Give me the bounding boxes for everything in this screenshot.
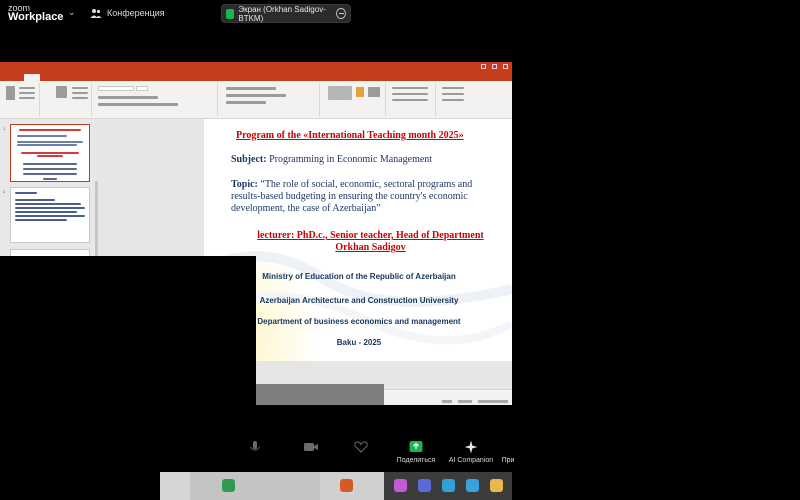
paste-icon[interactable] — [6, 86, 15, 100]
ribbon-group-paragraph — [220, 83, 320, 116]
ribbon-group-font — [94, 83, 218, 116]
slide-topic: Topic: “The role of social, economic, se… — [231, 179, 501, 215]
more-icon — [502, 445, 506, 449]
ppt-tab[interactable] — [58, 74, 70, 81]
ppt-ribbon-tabs — [0, 73, 512, 81]
conference-label: Конференция — [107, 8, 165, 18]
ribbon-group — [388, 83, 436, 116]
ribbon-group-drawing — [322, 83, 386, 116]
app-icon[interactable] — [466, 479, 479, 492]
ppt-tab[interactable] — [43, 74, 55, 81]
font-name-field[interactable] — [98, 86, 134, 91]
teams-icon[interactable] — [418, 479, 431, 492]
more-label: При — [501, 457, 515, 464]
microphone-icon — [250, 441, 260, 451]
window-controls[interactable] — [481, 64, 508, 69]
camera-icon — [304, 443, 318, 451]
reactions-button[interactable] — [336, 440, 386, 457]
slide-university: Azerbaijan Architecture and Construction… — [259, 296, 459, 305]
ppt-tab[interactable] — [15, 74, 21, 81]
share-screen-icon — [409, 441, 423, 452]
new-slide-icon[interactable] — [56, 86, 67, 98]
slide-thumbnail[interactable]: 2 — [3, 187, 90, 243]
video-button[interactable] — [296, 440, 326, 457]
app-icon[interactable] — [394, 479, 407, 492]
video-occlusion-black — [0, 256, 256, 406]
zoom-logo: zoom Workplace — [8, 4, 64, 23]
app-icon[interactable] — [222, 479, 235, 492]
zoom-top-bar: zoom Workplace ⌄ Конференция Экран (Orkh… — [0, 0, 800, 28]
slide-lecturer: lecturer: PhD.c., Senior teacher, Head o… — [204, 230, 512, 254]
slide-subject: Subject: Programming in Economic Managem… — [231, 154, 432, 165]
zoom-logo-line2: Workplace — [8, 11, 64, 23]
slide-place-year: Baku - 2025 — [336, 338, 382, 347]
conference-menu[interactable]: Конференция — [90, 7, 165, 19]
share-status-icon — [226, 8, 235, 19]
audio-button[interactable] — [240, 440, 270, 457]
slide-lecturer-line2: Orkhan Sadigov — [335, 242, 406, 253]
slide-thumbnail[interactable]: 1 — [3, 124, 90, 182]
ppt-tab[interactable] — [6, 74, 12, 81]
ppt-tab-active[interactable] — [24, 74, 40, 81]
ppt-tab[interactable] — [151, 74, 163, 81]
ai-companion-label: AI Companion — [448, 457, 494, 464]
ribbon-group — [2, 83, 40, 116]
arrange-icon[interactable] — [356, 87, 364, 97]
slide-thumbnail-number: 1 — [3, 126, 6, 131]
taskbar-occlusion — [190, 472, 320, 500]
slide-ministry: Ministry of Education of the Republic of… — [262, 272, 456, 281]
app-icon[interactable] — [340, 479, 353, 492]
status-bar-controls[interactable] — [442, 400, 508, 403]
share-label: Экран (Orkhan Sadigov-BTKM) — [238, 4, 326, 23]
font-size-field[interactable] — [136, 86, 148, 91]
ppt-tab[interactable] — [115, 74, 133, 81]
ppt-ribbon — [0, 81, 512, 119]
slide-program-title: Program of the «International Teaching m… — [236, 130, 464, 141]
folder-icon[interactable] — [490, 479, 503, 492]
edge-icon[interactable] — [442, 479, 455, 492]
share-screen-button[interactable]: Поделиться — [394, 440, 438, 464]
screen-share-indicator[interactable]: Экран (Orkhan Sadigov-BTKM) — [221, 4, 351, 23]
sparkle-icon — [464, 440, 478, 454]
ppt-title-bar — [0, 62, 512, 73]
people-icon — [90, 9, 102, 18]
slide-lecturer-line1: lecturer: PhD.c., Senior teacher, Head o… — [257, 230, 484, 241]
taskbar — [0, 472, 800, 500]
ppt-tab[interactable] — [73, 74, 91, 81]
share-screen-label: Поделиться — [396, 457, 436, 464]
video-occlusion-gray — [256, 384, 384, 405]
stop-share-icon[interactable] — [336, 8, 346, 19]
ppt-tab[interactable] — [94, 74, 112, 81]
ribbon-group-editing — [438, 83, 478, 116]
slide-thumbnail-number: 2 — [3, 189, 6, 194]
chevron-down-icon[interactable]: ⌄ — [68, 7, 76, 18]
slide-subject-value: Programming in Economic Management — [269, 154, 433, 165]
heart-icon — [354, 441, 368, 453]
slide-topic-value: “The role of social, economic, sectoral … — [231, 179, 473, 214]
ribbon-group — [42, 83, 92, 116]
ppt-tab[interactable] — [136, 74, 148, 81]
more-button[interactable]: При — [498, 440, 518, 464]
ai-companion-button[interactable]: AI Companion — [446, 440, 496, 464]
zoom-meeting-toolbar: Поделиться AI Companion При — [240, 440, 800, 472]
taskbar-occlusion — [160, 472, 190, 500]
slide-subject-label: Subject: — [231, 154, 267, 165]
slide-department: Department of business economics and man… — [257, 317, 461, 326]
slide-topic-label: Topic: — [231, 179, 258, 190]
